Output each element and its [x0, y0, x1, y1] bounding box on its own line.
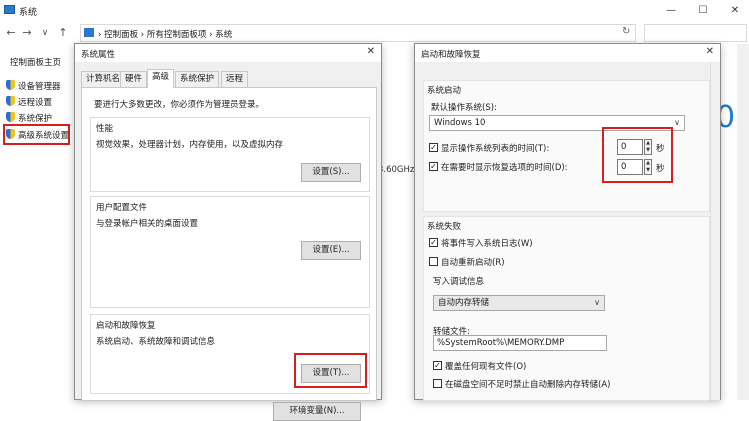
highlight-box	[3, 124, 70, 145]
performance-settings-button[interactable]: 设置(S)...	[301, 163, 361, 182]
user-profile-settings-button[interactable]: 设置(E)...	[301, 241, 361, 260]
chevron-down-icon: ∨	[594, 298, 600, 307]
sidebar-item-label: 设备管理器	[18, 82, 61, 92]
startup-recovery-desc: 系统启动、系统故障和调试信息	[96, 337, 216, 347]
debug-info-label: 写入调试信息	[433, 277, 485, 287]
shield-icon	[6, 96, 15, 106]
forward-arrow-icon[interactable]: →	[20, 25, 34, 41]
minimize-button[interactable]: —	[660, 3, 682, 19]
shield-icon	[6, 112, 15, 122]
sidebar-item-remote[interactable]: 远程设置	[6, 96, 52, 108]
performance-desc: 视觉效果，处理器计划，内存使用，以及虚拟内存	[96, 140, 284, 150]
dialog-scrollbar[interactable]	[710, 62, 720, 400]
startup-recovery-title: 启动和故障恢复	[96, 321, 156, 331]
sidebar-item-device-manager[interactable]: 设备管理器	[6, 80, 61, 92]
auto-restart-checkbox[interactable]	[429, 257, 438, 266]
chevron-down-icon: ∨	[674, 118, 680, 127]
show-recovery-label: 在需要时显示恢复选项的时间(D):	[441, 163, 568, 173]
show-os-list-checkbox[interactable]: ✓	[429, 143, 438, 152]
tab-system-protection[interactable]: 系统保护	[175, 71, 220, 87]
write-log-checkbox[interactable]: ✓	[429, 238, 438, 247]
system-failure-title: 系统失败	[427, 222, 462, 232]
user-profile-desc: 与登录帐户相关的桌面设置	[96, 219, 199, 229]
refresh-icon[interactable]: ↻	[622, 26, 630, 37]
default-os-value: Windows 10	[434, 118, 486, 128]
admin-note: 要进行大多数更改，你必须作为管理员登录。	[94, 100, 265, 110]
startup-recovery-dialog: 启动和故障恢复 ✕ 系统启动 默认操作系统(S): Windows 10 ∨ ✓…	[414, 43, 721, 401]
highlight-box	[294, 353, 367, 388]
sidebar-item-protection[interactable]: 系统保护	[6, 112, 52, 124]
window-title: 系统	[19, 8, 38, 18]
sidebar-item-label: 系统保护	[18, 114, 53, 124]
window-titlebar	[0, 0, 749, 22]
control-panel-icon	[84, 28, 94, 37]
maximize-button[interactable]: ☐	[692, 3, 714, 19]
dialog-titlebar	[75, 44, 381, 62]
sidebar-item-label: 远程设置	[18, 98, 53, 108]
close-icon[interactable]: ✕	[367, 46, 375, 57]
overwrite-checkbox[interactable]: ✓	[433, 361, 442, 370]
tab-hardware[interactable]: 硬件	[120, 71, 148, 87]
debug-info-value: 自动内存转储	[438, 298, 490, 308]
auto-restart-label: 自动重新启动(R)	[441, 258, 505, 268]
system-properties-dialog: 系统属性 ✕ 计算机名 硬件 高级 系统保护 远程 要进行大多数更改，你必须作为…	[74, 43, 382, 421]
disable-auto-delete-checkbox[interactable]	[433, 379, 442, 388]
default-os-label: 默认操作系统(S):	[431, 103, 497, 113]
up-arrow-icon[interactable]: ↑	[56, 25, 70, 41]
system-window-icon	[4, 5, 15, 14]
dialog-title: 启动和故障恢复	[421, 50, 481, 60]
environment-variables-button[interactable]: 环境变量(N)...	[273, 402, 361, 421]
dialog-title: 系统属性	[81, 50, 116, 60]
user-profile-title: 用户配置文件	[96, 203, 148, 213]
window-scrollbar[interactable]	[737, 44, 749, 400]
shield-icon	[6, 80, 15, 90]
performance-title: 性能	[96, 124, 114, 134]
tab-remote[interactable]: 远程	[221, 71, 249, 87]
search-input[interactable]	[644, 24, 747, 42]
recent-dropdown-icon[interactable]: ∨	[38, 25, 52, 41]
breadcrumb[interactable]: › 控制面板 › 所有控制面板项 › 系统	[98, 28, 232, 40]
dump-file-input[interactable]: %SystemRoot%\MEMORY.DMP	[433, 335, 607, 351]
close-button[interactable]: ✕	[724, 3, 746, 19]
system-startup-title: 系统启动	[427, 86, 462, 96]
show-recovery-checkbox[interactable]: ✓	[429, 162, 438, 171]
tab-panel: 要进行大多数更改，你必须作为管理员登录。 性能 视觉效果，处理器计划，内存使用，…	[81, 87, 377, 421]
disable-auto-delete-label: 在磁盘空间不足时禁止自动删除内存转储(A)	[445, 380, 611, 390]
sidebar-home-link[interactable]: 控制面板主页	[10, 56, 61, 68]
close-icon[interactable]: ✕	[706, 46, 714, 57]
show-os-list-label: 显示操作系统列表的时间(T):	[441, 144, 550, 154]
tab-advanced[interactable]: 高级	[147, 69, 175, 88]
overwrite-label: 覆盖任何现有文件(O)	[445, 362, 527, 372]
write-log-label: 将事件写入系统日志(W)	[441, 239, 533, 249]
highlight-box	[602, 127, 673, 183]
tab-computer-name[interactable]: 计算机名	[81, 71, 126, 87]
debug-info-select[interactable]: 自动内存转储 ∨	[433, 295, 605, 311]
cpu-speed-text: 3.60GHz	[378, 165, 415, 175]
back-arrow-icon[interactable]: ←	[4, 25, 18, 41]
